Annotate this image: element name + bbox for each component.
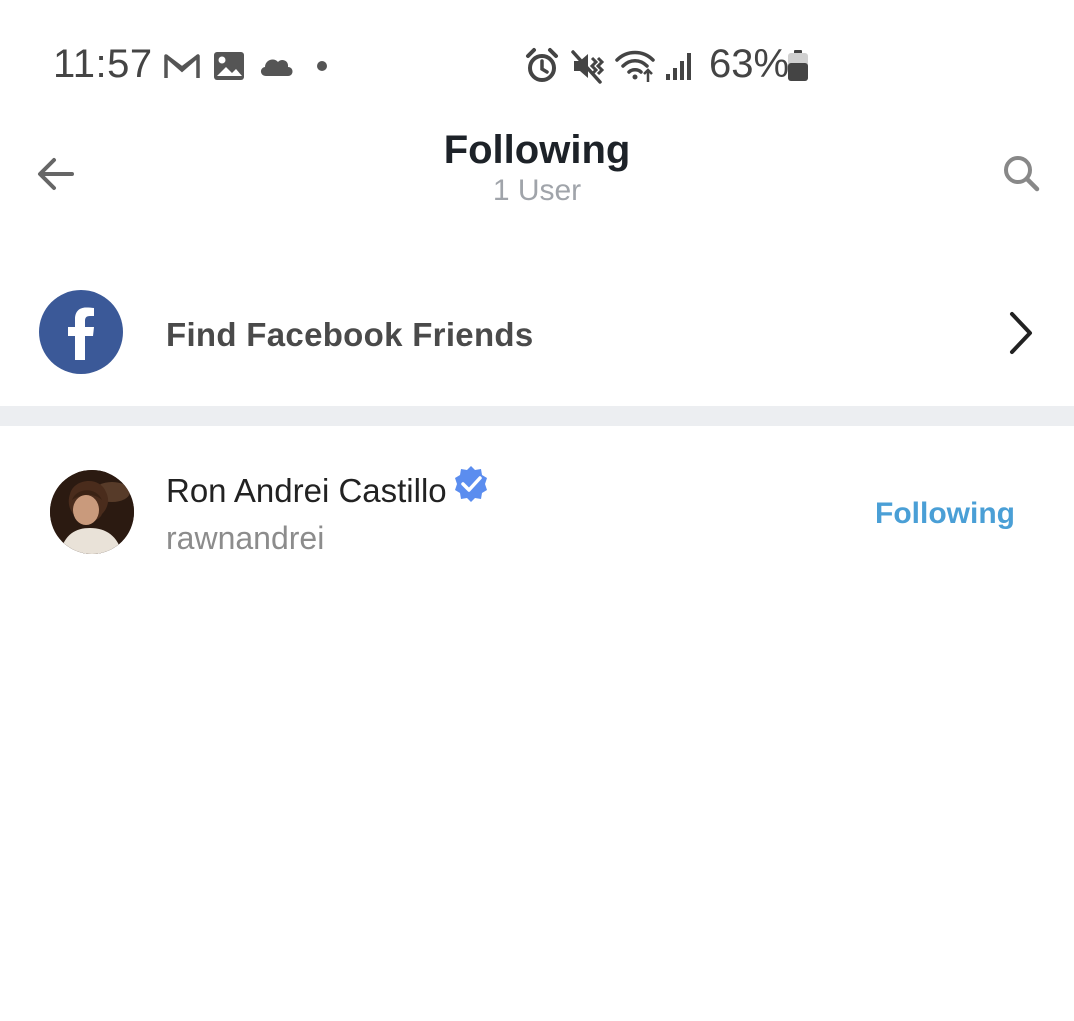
section-divider [0, 406, 1074, 426]
user-name-wrapper: Ron Andrei Castillo [166, 466, 491, 510]
gallery-icon [214, 52, 244, 80]
find-facebook-friends-label: Find Facebook Friends [166, 316, 534, 353]
page-subtitle: 1 User [492, 174, 582, 207]
cloud-icon [260, 59, 293, 76]
battery-icon [788, 50, 808, 81]
search-button[interactable] [994, 146, 1050, 202]
mute-icon [571, 50, 605, 84]
page-title: Following [443, 128, 631, 172]
list-item[interactable]: Ron Andrei Castillo rawnandrei Following [0, 440, 1074, 580]
verified-badge-icon [454, 466, 487, 502]
avatar[interactable] [50, 470, 134, 554]
facebook-icon [39, 290, 123, 374]
user-handle: rawnandrei [166, 520, 325, 556]
alarm-icon [526, 48, 558, 82]
header: Following 1 User [0, 118, 1074, 230]
status-time: 11:57 [53, 42, 153, 86]
signal-icon [666, 53, 691, 80]
search-icon [1004, 156, 1040, 192]
find-facebook-friends-row[interactable]: Find Facebook Friends [0, 270, 1074, 400]
following-button[interactable]: Following [860, 492, 1030, 536]
user-name: Ron Andrei Castillo [166, 472, 447, 509]
status-bar: 11:57 63% [0, 0, 1074, 130]
chevron-right-icon [1010, 312, 1032, 354]
dot-icon [317, 61, 327, 71]
wifi-icon [615, 50, 655, 82]
battery-percent: 63% [709, 42, 790, 86]
gmail-icon [164, 54, 200, 78]
